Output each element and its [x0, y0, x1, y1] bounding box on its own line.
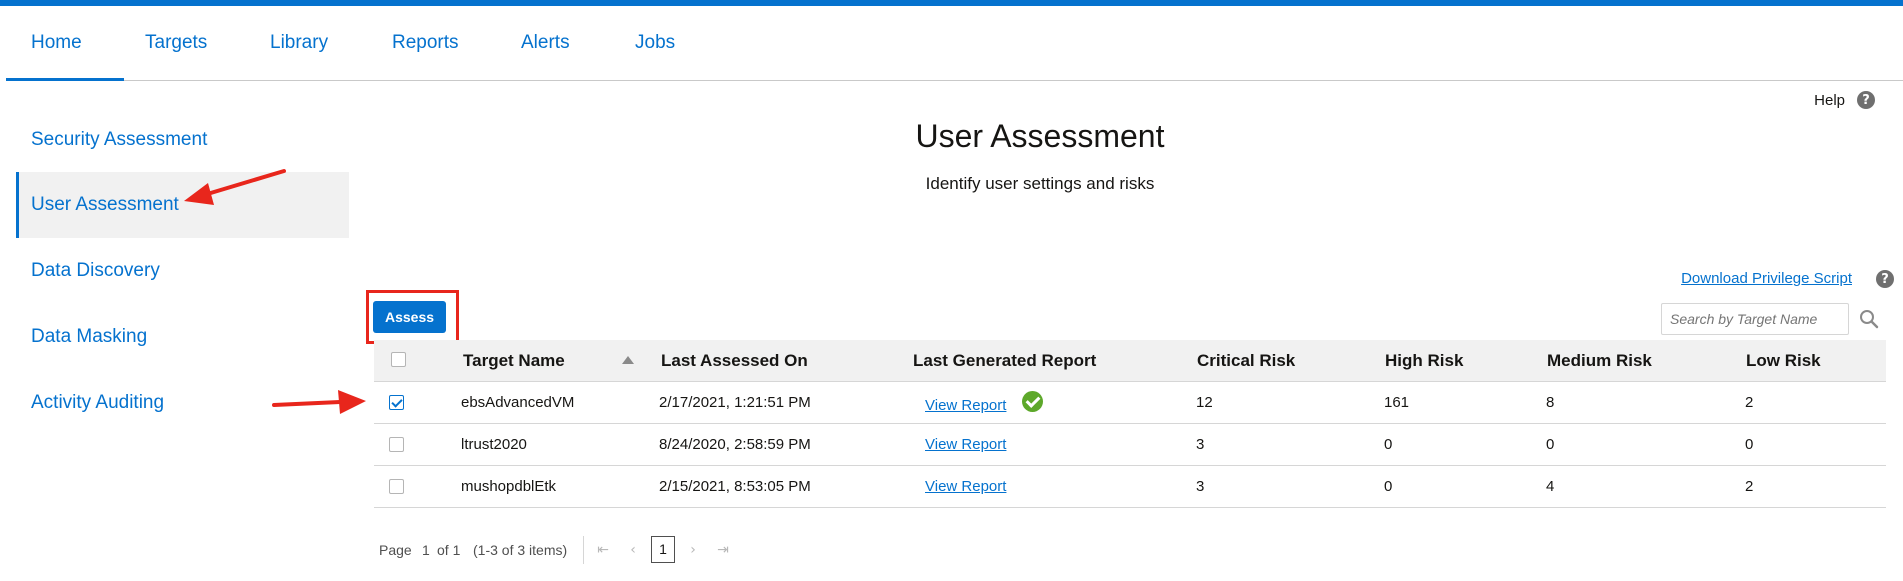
column-header-last-assessed[interactable]: Last Assessed On: [661, 340, 808, 382]
cell-target-name: ebsAdvancedVM: [461, 394, 575, 411]
page-label: Page: [379, 542, 412, 558]
help-link[interactable]: Help: [1814, 92, 1845, 109]
row-checkbox[interactable]: [389, 395, 404, 410]
cell-last-assessed: 2/15/2021, 8:53:05 PM: [659, 478, 811, 495]
help-area[interactable]: Help ?: [1814, 88, 1875, 112]
cell-medium-risk: 4: [1546, 478, 1555, 495]
page-subtitle: Identify user settings and risks: [925, 174, 1155, 193]
cell-last-assessed: 2/17/2021, 1:21:51 PM: [659, 394, 811, 411]
sidebar-item-activity-auditing[interactable]: Activity Auditing: [16, 370, 349, 436]
page-title: User Assessment: [915, 118, 1165, 154]
table-row[interactable]: ebsAdvancedVM 2/17/2021, 1:21:51 PM View…: [374, 382, 1886, 424]
search-icon[interactable]: [1858, 308, 1880, 330]
column-header-low-risk[interactable]: Low Risk: [1746, 340, 1821, 382]
tab-jobs[interactable]: Jobs: [635, 6, 675, 81]
question-icon[interactable]: ?: [1857, 91, 1875, 109]
assess-button[interactable]: Assess: [373, 301, 446, 333]
cell-medium-risk: 0: [1546, 436, 1555, 453]
cell-low-risk: 2: [1745, 394, 1754, 411]
next-page-icon[interactable]: ›: [685, 542, 701, 558]
column-header-high-risk[interactable]: High Risk: [1385, 340, 1463, 382]
success-check-icon: [1022, 391, 1043, 412]
column-header-critical-risk[interactable]: Critical Risk: [1197, 340, 1295, 382]
prev-page-icon[interactable]: ‹: [625, 542, 641, 558]
sidebar-item-user-assessment[interactable]: User Assessment: [16, 172, 349, 238]
last-page-icon[interactable]: ⇥: [715, 542, 731, 558]
cell-target-name: mushopdblEtk: [461, 478, 557, 495]
table-row[interactable]: mushopdblEtk 2/15/2021, 8:53:05 PM View …: [374, 466, 1886, 508]
table-header: Target Name Last Assessed On Last Genera…: [374, 340, 1886, 382]
tab-library[interactable]: Library: [270, 6, 328, 81]
cell-low-risk: 2: [1745, 478, 1754, 495]
row-checkbox[interactable]: [389, 479, 404, 494]
main-nav: Targets Library Reports Alerts Jobs: [6, 6, 1903, 81]
cell-high-risk: 161: [1384, 394, 1410, 411]
items-range: (1-3 of 3 items): [473, 542, 568, 558]
cell-critical-risk: 12: [1196, 394, 1213, 411]
page-number-button[interactable]: 1: [651, 536, 675, 563]
view-report-link[interactable]: View Report: [925, 385, 1006, 427]
cell-high-risk: 0: [1384, 436, 1393, 453]
page-of-total: of 1: [437, 542, 461, 558]
view-report-link[interactable]: View Report: [925, 424, 1006, 466]
column-header-last-report[interactable]: Last Generated Report: [913, 340, 1096, 382]
row-checkbox[interactable]: [389, 437, 404, 452]
sidebar-item-security-assessment[interactable]: Security Assessment: [16, 107, 349, 173]
pagination: Page 1 of 1 (1-3 of 3 items) ⇤ ‹ 1 › ⇥: [379, 534, 979, 566]
current-page-value: 1: [422, 542, 430, 558]
tab-reports[interactable]: Reports: [392, 6, 459, 81]
cell-target-name: ltrust2020: [461, 436, 527, 453]
question-icon[interactable]: ?: [1876, 270, 1894, 288]
tab-targets[interactable]: Targets: [145, 6, 207, 81]
search-input[interactable]: [1661, 303, 1849, 335]
column-header-target-name[interactable]: Target Name: [463, 340, 565, 382]
download-privilege-script-link[interactable]: Download Privilege Script: [1681, 270, 1852, 287]
cell-critical-risk: 3: [1196, 478, 1205, 495]
pager-divider: [583, 536, 584, 564]
cell-medium-risk: 8: [1546, 394, 1555, 411]
table-row[interactable]: ltrust2020 8/24/2020, 2:58:59 PM View Re…: [374, 424, 1886, 466]
cell-critical-risk: 3: [1196, 436, 1205, 453]
sidebar-item-data-masking[interactable]: Data Masking: [16, 304, 349, 370]
sidebar-item-data-discovery[interactable]: Data Discovery: [16, 238, 349, 304]
column-header-medium-risk[interactable]: Medium Risk: [1547, 340, 1652, 382]
cell-high-risk: 0: [1384, 478, 1393, 495]
sort-ascending-icon[interactable]: [622, 356, 634, 364]
tab-home-label[interactable]: Home: [31, 6, 82, 81]
view-report-link[interactable]: View Report: [925, 466, 1006, 508]
first-page-icon[interactable]: ⇤: [595, 542, 611, 558]
tab-alerts[interactable]: Alerts: [521, 6, 570, 81]
select-all-checkbox[interactable]: [391, 352, 406, 367]
cell-low-risk: 0: [1745, 436, 1754, 453]
cell-last-assessed: 8/24/2020, 2:58:59 PM: [659, 436, 811, 453]
